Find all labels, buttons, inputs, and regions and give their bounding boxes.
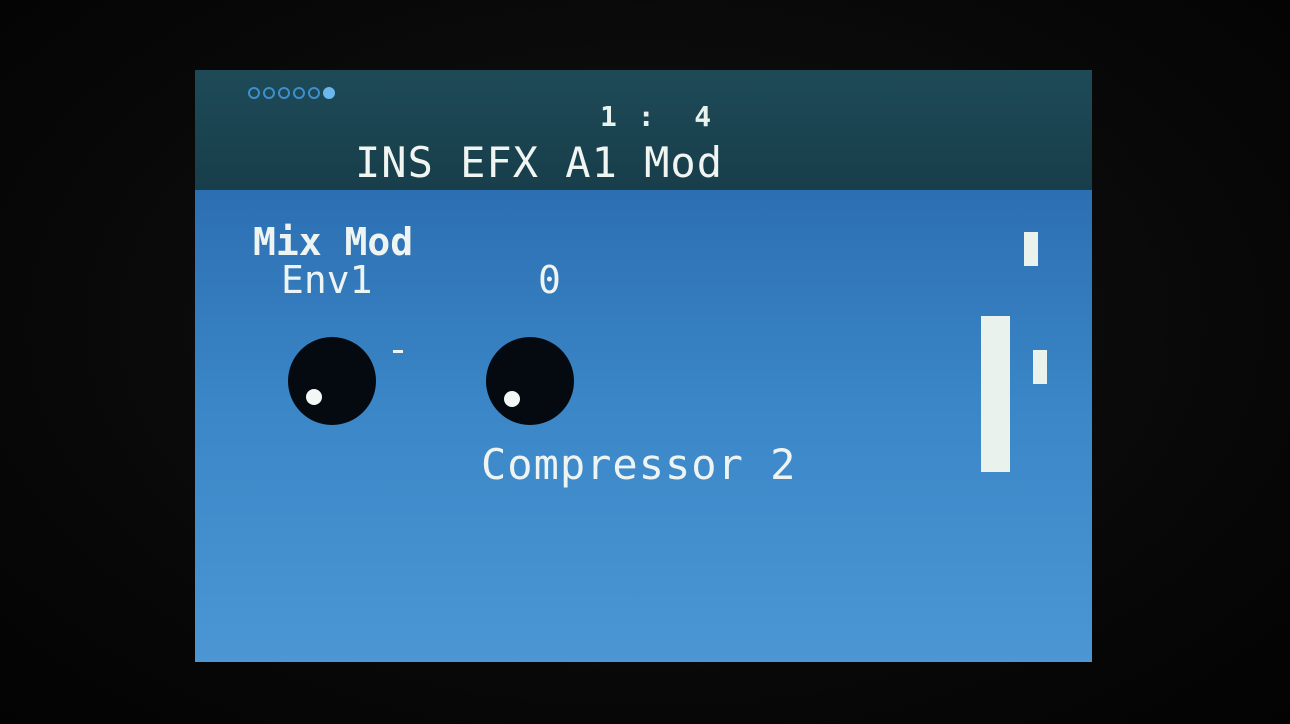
page-dot <box>293 87 305 99</box>
screen-body: Mix Mod Env1 0 Compressor 2 <box>195 190 1092 662</box>
lcd-screen: 1 : 4 INS EFX A1 Mod Mix Mod Env1 0 Comp… <box>195 70 1092 662</box>
page-dot <box>278 87 290 99</box>
screen-header: 1 : 4 INS EFX A1 Mod <box>195 70 1092 190</box>
page-title: INS EFX A1 Mod <box>355 138 724 187</box>
mod-amount-value: 0 <box>538 258 561 302</box>
mod-source-label: Env1 <box>281 258 373 302</box>
device-bezel: 1 : 4 INS EFX A1 Mod Mix Mod Env1 0 Comp… <box>0 0 1290 724</box>
page-dot-active <box>323 87 335 99</box>
knob-indicator <box>306 389 322 405</box>
source-knob-icon[interactable] <box>288 337 376 425</box>
amount-knob-icon[interactable] <box>486 337 574 425</box>
level-meter-tall <box>981 316 1010 472</box>
page-dot <box>248 87 260 99</box>
page-dot <box>308 87 320 99</box>
minus-sign-icon <box>393 350 403 353</box>
level-meter-small-top <box>1024 232 1038 266</box>
page-indicator <box>248 87 335 99</box>
position-readout: 1 : 4 <box>600 100 714 133</box>
page-dot <box>263 87 275 99</box>
effect-name: Compressor 2 <box>481 440 797 489</box>
knob-indicator <box>504 391 520 407</box>
level-meter-small-mid <box>1033 350 1047 384</box>
